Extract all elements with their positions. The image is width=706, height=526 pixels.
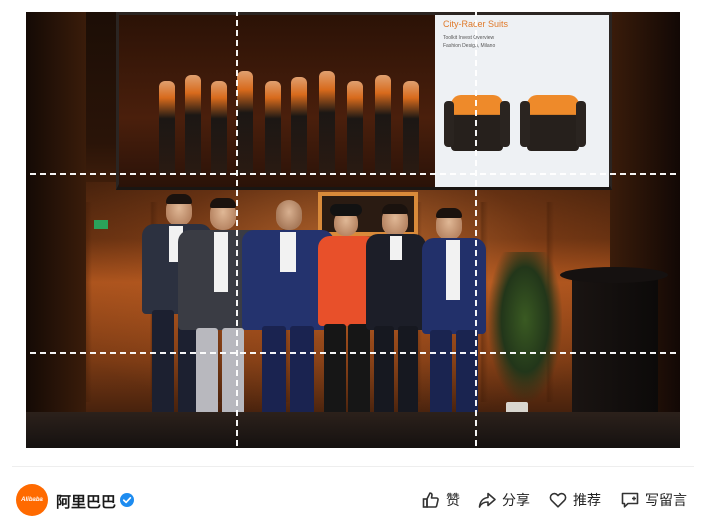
grid-line-vertical [236,0,238,466]
runway-model [185,75,201,175]
comment-button[interactable]: 写留言 [620,488,687,512]
left-pillar [26,12,86,448]
cocktail-table-top [560,267,668,283]
divider [12,466,694,467]
heart-icon [549,492,567,508]
runway-model [375,75,391,175]
runway-model [403,81,419,175]
runway-photo [119,15,435,187]
exit-sign [94,220,108,229]
projection-screen: City-Racer Suits Toolkit Invest Overview… [116,12,612,190]
verified-badge-icon [120,493,134,507]
grid-line-vertical [475,0,477,466]
runway-model [237,71,253,175]
jacket-image [444,95,510,151]
account-name[interactable]: 阿里巴巴 [56,491,116,512]
runway-model [319,71,335,175]
jacket-image [520,95,586,151]
post-photo[interactable]: City-Racer Suits Toolkit Invest Overview… [26,12,680,448]
share-label: 分享 [502,493,530,509]
runway-model [265,81,281,175]
comment-label: 写留言 [645,493,687,509]
thumbs-up-icon [422,492,439,508]
runway-model [211,81,227,175]
slide-line: Fashion Design, Milano [443,43,496,49]
runway-model [159,81,175,175]
recommend-button[interactable]: 推荐 [548,488,601,512]
potted-plant [488,252,562,402]
runway-model [347,81,363,175]
like-label: 赞 [446,493,460,509]
slide-line: Toolkit Invest Overview [443,35,495,41]
share-button[interactable]: 分享 [477,488,530,512]
account-avatar[interactable]: Alibaba [16,484,48,516]
stage-floor [26,412,680,448]
grid-line-horizontal [0,352,706,354]
recommend-label: 推荐 [573,493,601,509]
share-icon [478,492,496,508]
slide-panel: City-Racer Suits Toolkit Invest Overview… [435,15,609,187]
runway-model [291,77,307,175]
cocktail-table [572,274,658,414]
grid-line-horizontal [0,173,706,175]
like-button[interactable]: 赞 [421,488,460,512]
comment-icon [621,492,639,508]
